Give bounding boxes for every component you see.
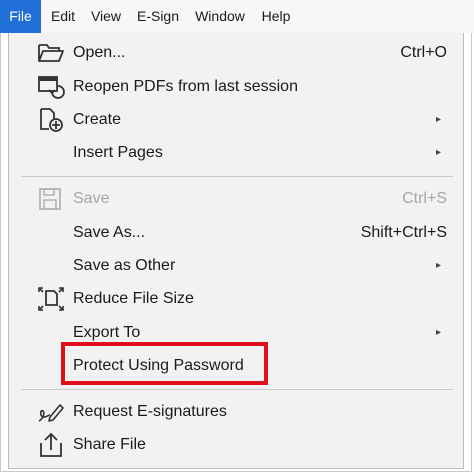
- menu-item-label: Save As...: [73, 224, 146, 241]
- menu-item-reduce-file-size[interactable]: Reduce File Size: [9, 283, 463, 314]
- menu-item-label: Share File: [73, 436, 146, 453]
- shortcut-text: Ctrl+O: [400, 44, 447, 61]
- menu-item-create[interactable]: Create ▸: [9, 104, 463, 135]
- file-menu-dropdown: Open... Ctrl+O Reopen PDFs from last ses…: [8, 33, 464, 469]
- shortcut-text: Shift+Ctrl+S: [360, 224, 447, 241]
- menu-item-label: Request E-signatures: [73, 403, 227, 420]
- menu-item-open[interactable]: Open... Ctrl+O: [9, 37, 463, 68]
- signature-icon: [37, 399, 65, 425]
- highlight-box: [61, 342, 268, 385]
- menu-item-label: Insert Pages: [73, 144, 163, 161]
- reduce-size-icon: [37, 286, 65, 312]
- menu-item-share-file[interactable]: Share File: [9, 429, 463, 460]
- menu-help[interactable]: Help: [254, 0, 298, 33]
- reopen-icon: [37, 74, 65, 100]
- menu-esign[interactable]: E-Sign: [130, 0, 186, 33]
- menu-item-label: Save: [73, 190, 110, 207]
- menu-item-save[interactable]: Save Ctrl+S: [9, 183, 463, 214]
- menu-item-insert-pages[interactable]: Insert Pages ▸: [9, 137, 463, 168]
- menu-separator: [21, 176, 453, 177]
- menu-item-save-as[interactable]: Save As... Shift+Ctrl+S: [9, 217, 463, 248]
- menu-bar: File Edit View E-Sign Window Help: [0, 0, 474, 33]
- shortcut-text: Ctrl+S: [402, 190, 447, 207]
- menu-separator: [21, 389, 453, 390]
- save-icon: [37, 186, 65, 212]
- menu-file[interactable]: File: [0, 0, 41, 33]
- share-icon: [37, 432, 65, 458]
- submenu-arrow-icon: ▸: [435, 327, 441, 338]
- submenu-arrow-icon: ▸: [435, 114, 441, 125]
- menu-view[interactable]: View: [84, 0, 128, 33]
- menu-item-label: Open...: [73, 44, 126, 61]
- menu-item-request-esignatures[interactable]: Request E-signatures: [9, 396, 463, 427]
- menu-item-label: Reopen PDFs from last session: [73, 78, 298, 95]
- folder-open-icon: [37, 40, 65, 66]
- menu-item-label: Reduce File Size: [73, 290, 194, 307]
- create-pdf-icon: [37, 107, 65, 133]
- menu-item-label: Create: [73, 111, 122, 128]
- submenu-arrow-icon: ▸: [435, 260, 441, 271]
- menu-item-label: Save as Other: [73, 257, 176, 274]
- menu-edit[interactable]: Edit: [44, 0, 82, 33]
- menu-item-save-as-other[interactable]: Save as Other ▸: [9, 250, 463, 281]
- submenu-arrow-icon: ▸: [435, 147, 441, 158]
- menu-window[interactable]: Window: [188, 0, 252, 33]
- menu-item-reopen[interactable]: Reopen PDFs from last session: [9, 71, 463, 102]
